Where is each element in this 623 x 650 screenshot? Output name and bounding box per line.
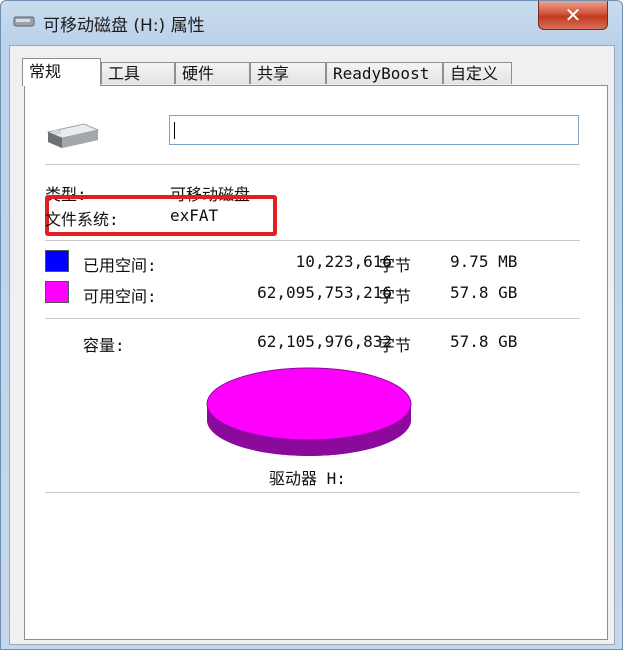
- removable-drive-icon: [13, 16, 35, 27]
- free-space-bytes: 62,095,753,216: [257, 283, 392, 302]
- drive-letter-label: 驱动器 H:: [269, 469, 346, 488]
- free-space-label: 可用空间:: [83, 287, 157, 306]
- separator: [45, 492, 580, 493]
- tab-general[interactable]: 常规: [22, 58, 101, 86]
- capacity-label: 容量:: [83, 336, 125, 355]
- filesystem-value: exFAT: [170, 206, 219, 225]
- filesystem-label: 文件系统:: [45, 210, 119, 229]
- used-space-unit: 字节: [379, 256, 412, 275]
- window-title: 可移动磁盘 (H:) 属性: [43, 16, 205, 36]
- tab-customize[interactable]: 自定义: [443, 62, 512, 84]
- text-caret: [174, 122, 175, 139]
- free-space-unit: 字节: [379, 287, 412, 306]
- used-space-bytes: 10,223,616: [295, 252, 392, 271]
- dialog-client: 常规 工具 硬件 共享 ReadyBoost 自定义 类型: 可移动磁盘 文件系…: [9, 45, 615, 645]
- tab-sharing[interactable]: 共享: [250, 62, 326, 84]
- used-space-size: 9.75 MB: [450, 252, 518, 271]
- close-icon: ✕: [564, 3, 582, 27]
- tab-hardware[interactable]: 硬件: [175, 62, 250, 84]
- separator: [45, 318, 580, 319]
- drive-name-input[interactable]: [169, 115, 579, 145]
- capacity-unit: 字节: [379, 336, 412, 355]
- removable-drive-icon: [46, 123, 100, 148]
- used-space-swatch: [45, 250, 69, 272]
- used-space-label: 已用空间:: [83, 256, 157, 275]
- disk-usage-pie-chart: [206, 367, 412, 456]
- close-button[interactable]: ✕: [538, 1, 608, 30]
- general-tab-panel: 类型: 可移动磁盘 文件系统: exFAT 已用空间: 10,223,616 字…: [24, 85, 608, 640]
- pie-free-slice: [206, 367, 412, 441]
- free-space-swatch: [45, 281, 69, 303]
- separator: [45, 164, 580, 165]
- capacity-bytes: 62,105,976,832: [257, 332, 392, 351]
- properties-window: 可移动磁盘 (H:) 属性 ✕ 常规 工具 硬件 共享 ReadyBoost 自…: [0, 0, 623, 650]
- tab-readyboost[interactable]: ReadyBoost: [326, 62, 443, 84]
- capacity-size: 57.8 GB: [450, 332, 518, 351]
- tab-tools[interactable]: 工具: [101, 62, 175, 84]
- title-bar[interactable]: 可移动磁盘 (H:) 属性 ✕: [1, 1, 622, 45]
- separator: [45, 240, 580, 241]
- free-space-size: 57.8 GB: [450, 283, 518, 302]
